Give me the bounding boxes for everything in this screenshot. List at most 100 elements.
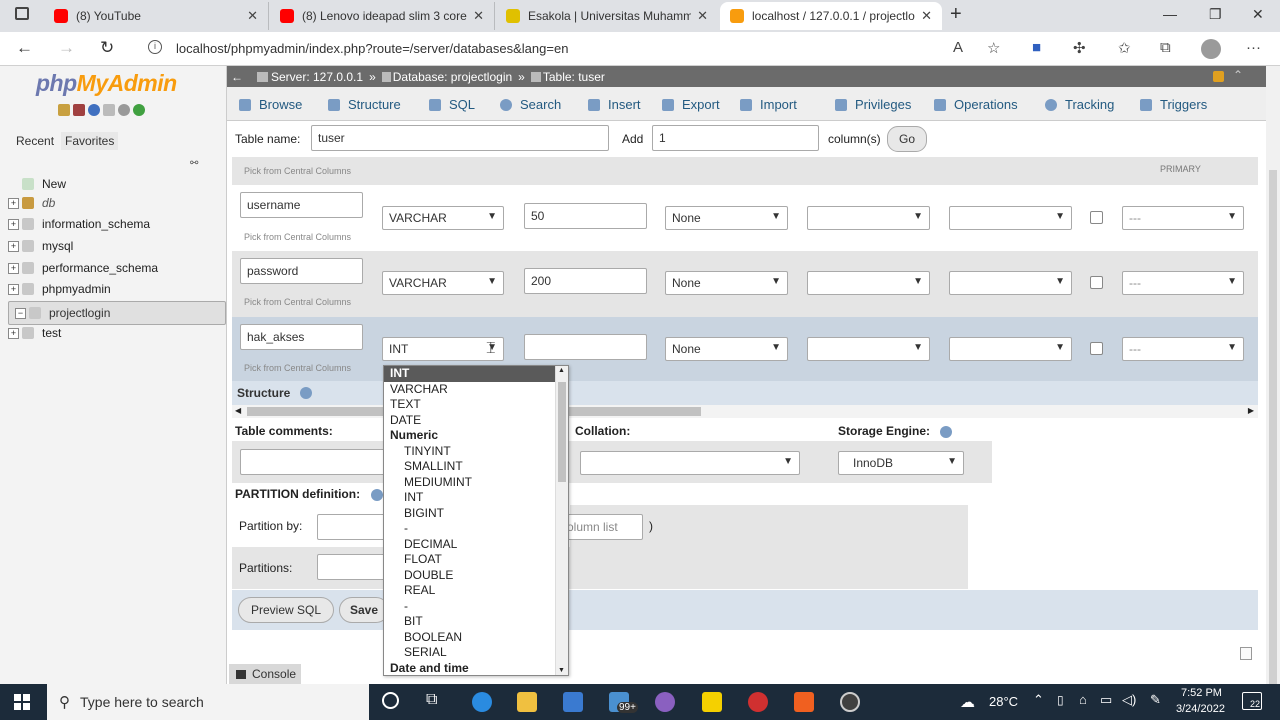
index-select[interactable]: --- ▼ — [1122, 337, 1244, 361]
attributes-select[interactable]: ▼ — [949, 206, 1072, 230]
type-option[interactable]: DECIMAL — [384, 537, 568, 553]
breadcrumb-table[interactable]: Table: tuser — [543, 70, 605, 84]
puzzle-icon[interactable]: ✣ — [1073, 39, 1086, 57]
volume-icon[interactable]: ◁) — [1122, 692, 1136, 708]
scroll-thumb[interactable] — [1269, 170, 1277, 690]
notification-icon[interactable]: 22 — [1242, 692, 1262, 710]
reload-nav-icon[interactable] — [133, 104, 145, 116]
expand-icon[interactable]: + — [8, 240, 19, 252]
tab-tracking[interactable]: Tracking — [1045, 97, 1114, 112]
type-option[interactable]: SMALLINT — [384, 459, 568, 475]
pen-icon[interactable]: ✎ — [1150, 692, 1161, 708]
more-icon[interactable]: ··· — [1246, 39, 1261, 56]
pick-central-link[interactable]: Pick from Central Columns — [244, 363, 351, 373]
scroll-left-icon[interactable]: ◀ — [235, 406, 241, 415]
tab-privileges[interactable]: Privileges — [835, 97, 911, 112]
expand-icon[interactable]: + — [8, 283, 19, 295]
null-checkbox[interactable] — [1090, 211, 1103, 224]
temperature[interactable]: 28°C — [989, 694, 1018, 709]
collation-select[interactable]: ▼ — [807, 206, 930, 230]
expand-icon[interactable]: + — [8, 218, 19, 230]
breadcrumb-database[interactable]: Database: projectlogin — [393, 70, 512, 84]
collections-icon[interactable]: ⧉ — [1160, 39, 1171, 56]
scroll-up-icon[interactable]: ▲ — [558, 367, 565, 374]
logout-icon[interactable] — [73, 104, 85, 116]
docs-icon[interactable] — [88, 104, 100, 116]
default-select[interactable]: None ▼ — [665, 271, 788, 295]
favorites-tab[interactable]: Favorites — [61, 132, 119, 150]
tab-lenovo[interactable]: (8) Lenovo ideapad slim 3 core i! ✕ — [270, 2, 495, 30]
table-collation-select[interactable]: ▼ — [580, 451, 800, 475]
url-field[interactable]: localhost/phpmyadmin/index.php?route=/se… — [176, 41, 568, 56]
close-icon[interactable]: ✕ — [697, 8, 708, 24]
start-icon[interactable] — [14, 694, 30, 710]
copy-icon[interactable] — [103, 104, 115, 116]
type-option[interactable]: REAL — [384, 583, 568, 599]
storage-engine-select[interactable]: InnoDB ▼ — [838, 451, 964, 475]
tree-item-new[interactable]: New — [8, 174, 66, 194]
show-hidden-icon[interactable]: ⌃ — [1033, 692, 1044, 708]
tree-item-performance-schema[interactable]: + performance_schema — [8, 258, 158, 278]
cortana-icon[interactable] — [382, 692, 399, 709]
new-tab-button[interactable]: + — [950, 3, 962, 26]
back-icon[interactable]: ← — [16, 38, 33, 58]
page-icon[interactable] — [1240, 647, 1252, 660]
collation-select[interactable]: ▼ — [807, 337, 930, 361]
tab-triggers[interactable]: Triggers — [1140, 97, 1207, 112]
tab-youtube[interactable]: (8) YouTube ✕ — [44, 2, 269, 30]
tab-structure[interactable]: Structure — [328, 97, 401, 112]
type-option[interactable]: DATE — [384, 413, 568, 429]
length-input[interactable] — [524, 334, 647, 360]
length-input[interactable]: 50 — [524, 203, 647, 229]
weather-icon[interactable]: ☁ — [960, 693, 975, 711]
type-option[interactable]: DOUBLE — [384, 568, 568, 584]
default-select[interactable]: None ▼ — [665, 206, 788, 230]
null-checkbox[interactable] — [1090, 276, 1103, 289]
type-option[interactable]: SERIAL — [384, 645, 568, 661]
tree-item-db[interactable]: + db — [8, 193, 55, 213]
console-tab[interactable]: Console — [229, 664, 301, 684]
tree-item-information-schema[interactable]: + information_schema — [8, 214, 150, 234]
close-icon[interactable]: ✕ — [473, 8, 484, 24]
tree-item-phpmyadmin[interactable]: + phpmyadmin — [8, 279, 111, 299]
tab-actions-icon[interactable] — [15, 7, 29, 20]
table-comments-input[interactable] — [240, 449, 390, 475]
type-option[interactable]: VARCHAR — [384, 382, 568, 398]
extension-icon[interactable]: ■ — [1032, 39, 1041, 56]
partitions-input[interactable] — [317, 554, 387, 580]
tab-esakola[interactable]: Esakola | Universitas Muhammad ✕ — [496, 2, 718, 30]
type-option[interactable]: TINYINT — [384, 444, 568, 460]
close-icon[interactable]: ✕ — [921, 8, 932, 24]
xampp-icon[interactable] — [794, 692, 814, 712]
partition-by-select[interactable] — [317, 514, 387, 540]
link-icon[interactable]: ⚯ — [190, 158, 198, 169]
info-icon[interactable]: i — [148, 40, 162, 54]
recent-tab[interactable]: Recent — [12, 132, 58, 150]
favorite-add-icon[interactable]: ☆ — [987, 39, 1000, 57]
tab-sql[interactable]: SQL — [429, 97, 475, 112]
save-button[interactable]: Save — [339, 597, 389, 623]
edge-icon[interactable] — [472, 692, 492, 712]
sticky-notes-icon[interactable] — [702, 692, 722, 712]
clock-date[interactable]: 3/24/2022 — [1176, 703, 1225, 715]
tree-item-projectlogin[interactable]: − projectlogin — [8, 301, 226, 325]
restore-icon[interactable]: ❐ — [1209, 6, 1222, 23]
taskbar-search[interactable]: ⚲ Type here to search — [47, 684, 369, 720]
tree-item-test[interactable]: + test — [8, 323, 61, 343]
type-option[interactable]: BIGINT — [384, 506, 568, 522]
type-option[interactable]: FLOAT — [384, 552, 568, 568]
clock-time[interactable]: 7:52 PM — [1181, 687, 1222, 699]
column-name-input[interactable]: hak_akses — [240, 324, 363, 350]
collapse-icon[interactable]: − — [15, 307, 26, 319]
phpmyadmin-logo[interactable]: phpMyAdmin — [36, 70, 177, 97]
type-option[interactable]: INT — [384, 366, 568, 382]
store-icon[interactable] — [563, 692, 583, 712]
type-select[interactable]: VARCHAR ▼ — [382, 271, 504, 295]
add-columns-input[interactable]: 1 — [652, 125, 819, 151]
expand-icon[interactable]: + — [8, 327, 19, 339]
partition-expression-input[interactable]: olumn list — [560, 514, 643, 540]
vertical-scrollbar[interactable] — [1266, 66, 1280, 690]
index-select[interactable]: --- ▼ — [1122, 271, 1244, 295]
meet-icon[interactable]: ▯ — [1057, 693, 1064, 707]
profile-avatar[interactable] — [1201, 39, 1221, 59]
